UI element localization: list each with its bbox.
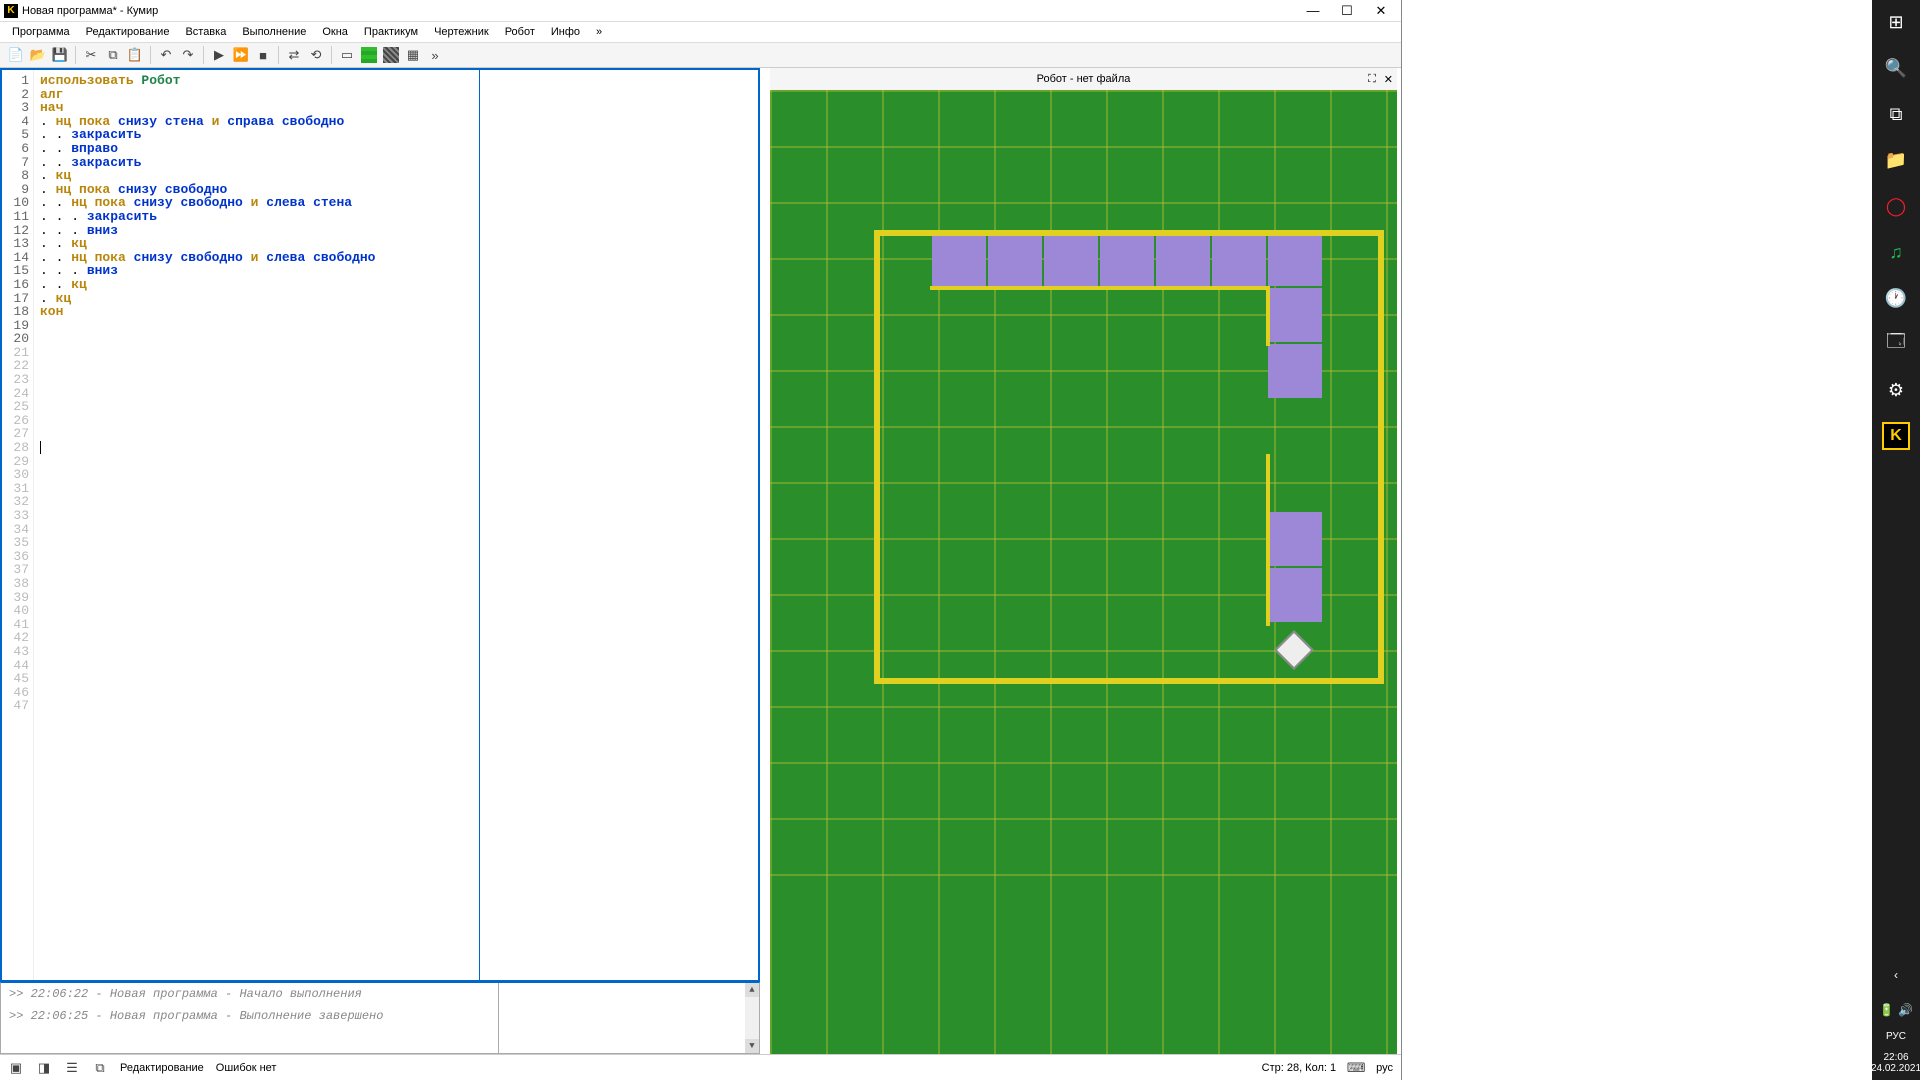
- window-title: Новая программа* - Кумир: [22, 5, 1305, 17]
- tool-green-grid[interactable]: [359, 45, 379, 65]
- tool-stop[interactable]: ■: [253, 45, 273, 65]
- close-button[interactable]: ✕: [1373, 3, 1389, 19]
- steam-icon[interactable]: ⚙: [1878, 372, 1914, 408]
- taskbar-clock[interactable]: 22:06 24.02.2021: [1871, 1052, 1920, 1080]
- app-icon: K: [4, 4, 18, 18]
- scroll-up-icon[interactable]: ▲: [745, 983, 759, 997]
- status-icon-2[interactable]: ◨: [36, 1060, 52, 1076]
- tool-layout2[interactable]: ⟲: [306, 45, 326, 65]
- explorer-icon[interactable]: 📁: [1878, 142, 1914, 178]
- console-right-pane[interactable]: ▲ ▼: [499, 983, 759, 1053]
- opera-icon[interactable]: ◯: [1878, 188, 1914, 224]
- tool-save[interactable]: 💾: [50, 45, 70, 65]
- menubar: Программа Редактирование Вставка Выполне…: [0, 22, 1401, 42]
- robot-panel-header: Робот - нет файла ⛶ ✕: [770, 68, 1397, 90]
- titlebar: K Новая программа* - Кумир — ☐ ✕: [0, 0, 1401, 22]
- scroll-down-icon[interactable]: ▼: [745, 1039, 759, 1053]
- start-button[interactable]: ⊞: [1878, 4, 1914, 40]
- statusbar: ▣ ◨ ☰ ⧉ Редактирование Ошибок нет Стр: 2…: [0, 1054, 1401, 1080]
- minimize-button[interactable]: —: [1305, 3, 1321, 19]
- menu-more[interactable]: »: [590, 24, 608, 40]
- clock-icon[interactable]: 🕐: [1878, 280, 1914, 316]
- tool-layout1[interactable]: ⇄: [284, 45, 304, 65]
- menu-edit[interactable]: Редактирование: [80, 24, 176, 40]
- console-scrollbar[interactable]: ▲ ▼: [745, 983, 759, 1053]
- menu-windows[interactable]: Окна: [316, 24, 354, 40]
- status-icon-4[interactable]: ⧉: [92, 1060, 108, 1076]
- toolbar: 📄 📂 💾 ✂ ⧉ 📋 ↶ ↷ ▶ ⏩ ■ ⇄ ⟲ ▭ ▦ »: [0, 42, 1401, 68]
- menu-info[interactable]: Инфо: [545, 24, 586, 40]
- line-gutter: 1234567891011121314151617181920212223242…: [2, 70, 34, 980]
- tool-run[interactable]: ▶: [209, 45, 229, 65]
- tool-dark-grid[interactable]: [381, 45, 401, 65]
- tool-new[interactable]: 📄: [6, 45, 26, 65]
- code-editor[interactable]: 1234567891011121314151617181920212223242…: [0, 68, 760, 982]
- app-icon-2[interactable]: 🗔: [1878, 326, 1914, 362]
- taskbar-time: 22:06: [1871, 1052, 1920, 1063]
- menu-run[interactable]: Выполнение: [236, 24, 312, 40]
- battery-icon[interactable]: 🔋: [1879, 1003, 1894, 1017]
- robot-close-button[interactable]: ✕: [1384, 73, 1393, 86]
- tool-copy[interactable]: ⧉: [103, 45, 123, 65]
- kumir-taskbar-icon[interactable]: K: [1878, 418, 1914, 454]
- console-line-2: >> 22:06:25 - Новая программа - Выполнен…: [9, 1009, 490, 1023]
- taskbar-lang[interactable]: РУС: [1886, 1031, 1906, 1042]
- robot-panel-title: Робот - нет файла: [1037, 73, 1131, 85]
- robot-cursor: [1274, 630, 1314, 670]
- menu-insert[interactable]: Вставка: [179, 24, 232, 40]
- tool-undo[interactable]: ↶: [156, 45, 176, 65]
- robot-field[interactable]: [770, 90, 1397, 1054]
- status-kb-lang: рус: [1376, 1062, 1393, 1074]
- editor-split[interactable]: [479, 70, 480, 980]
- menu-drafter[interactable]: Чертежник: [428, 24, 495, 40]
- windows-taskbar: ⊞ 🔍 ⧉ 📁 ◯ ♫ 🕐 🗔 ⚙ K ‹ 🔋 🔊 РУС 22:06 24.0…: [1872, 0, 1920, 1080]
- tool-open[interactable]: 📂: [28, 45, 48, 65]
- robot-dock-button[interactable]: ⛶: [1368, 73, 1376, 86]
- menu-practicum[interactable]: Практикум: [358, 24, 424, 40]
- menu-program[interactable]: Программа: [6, 24, 76, 40]
- tool-step[interactable]: ⏩: [231, 45, 251, 65]
- menu-robot[interactable]: Робот: [499, 24, 541, 40]
- code-pane[interactable]: использовать Роботалгнач. нц пока снизу …: [34, 70, 758, 980]
- console: >> 22:06:22 - Новая программа - Начало в…: [0, 982, 760, 1054]
- taskbar-date: 24.02.2021: [1871, 1063, 1920, 1074]
- tool-more[interactable]: »: [425, 45, 445, 65]
- tray-expand-icon[interactable]: ‹: [1878, 957, 1914, 993]
- status-cursor: Стр: 28, Кол: 1: [1262, 1062, 1337, 1074]
- tool-panel4[interactable]: ▦: [403, 45, 423, 65]
- tool-panel1[interactable]: ▭: [337, 45, 357, 65]
- status-mode: Редактирование: [120, 1062, 204, 1074]
- status-errors: Ошибок нет: [216, 1062, 277, 1074]
- volume-icon[interactable]: 🔊: [1898, 1003, 1913, 1017]
- console-output[interactable]: >> 22:06:22 - Новая программа - Начало в…: [1, 983, 498, 1053]
- console-line-1: >> 22:06:22 - Новая программа - Начало в…: [9, 987, 490, 1001]
- maximize-button[interactable]: ☐: [1339, 3, 1355, 19]
- tool-paste[interactable]: 📋: [125, 45, 145, 65]
- taskview-icon[interactable]: ⧉: [1878, 96, 1914, 132]
- tool-redo[interactable]: ↷: [178, 45, 198, 65]
- tool-cut[interactable]: ✂: [81, 45, 101, 65]
- status-icon-3[interactable]: ☰: [64, 1060, 80, 1076]
- status-icon-1[interactable]: ▣: [8, 1060, 24, 1076]
- search-icon[interactable]: 🔍: [1878, 50, 1914, 86]
- keyboard-icon[interactable]: ⌨: [1348, 1060, 1364, 1076]
- spotify-icon[interactable]: ♫: [1878, 234, 1914, 270]
